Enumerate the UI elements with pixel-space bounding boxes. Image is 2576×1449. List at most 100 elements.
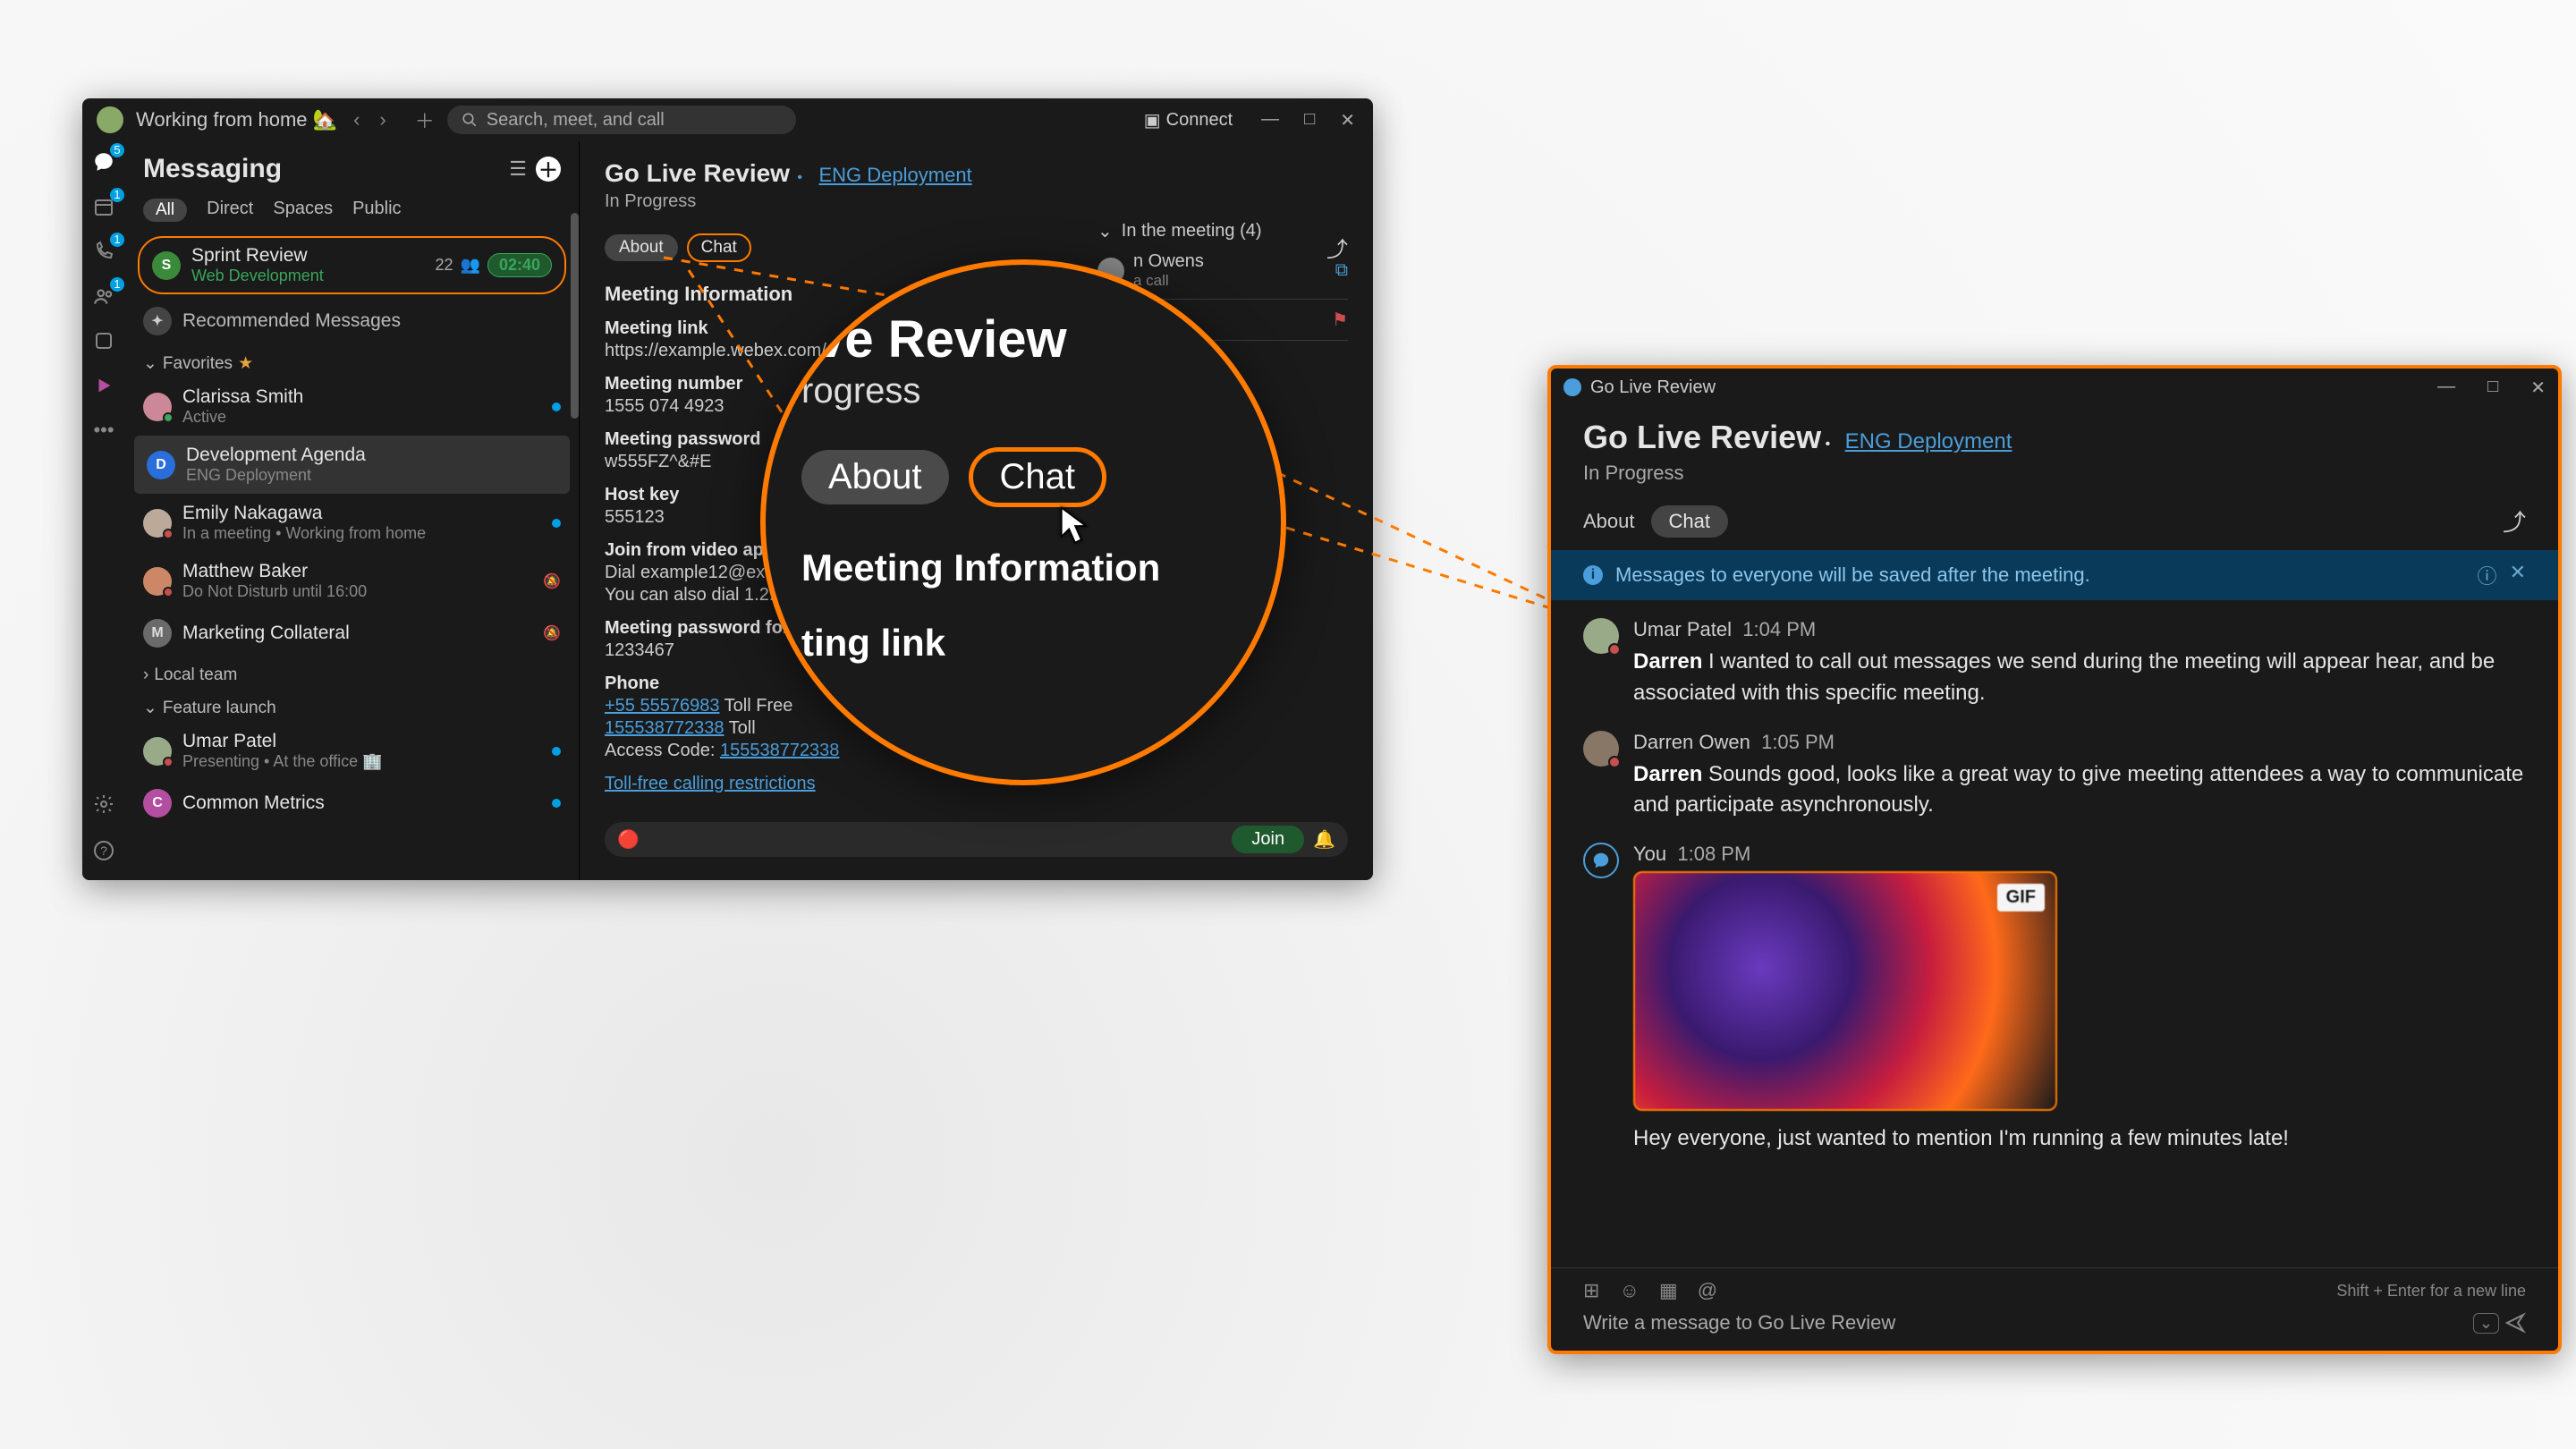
search-input[interactable]: Search, meet, and call [447,106,796,134]
rail-help[interactable]: ? [90,837,117,864]
phone-toll-free[interactable]: +55 55576983 [605,696,719,716]
tab-chat[interactable]: Chat [687,233,751,262]
minimize-icon[interactable]: — [2437,377,2455,399]
space-name: Emily Nakagawa [182,503,541,524]
space-item[interactable]: Clarissa SmithActive [125,377,579,436]
bell-icon[interactable]: 🔔 [1313,828,1335,851]
space-subtitle: ENG Deployment [186,466,557,485]
tab-chat[interactable]: Chat [1651,505,1728,538]
connect-button[interactable]: ▣ Connect [1144,109,1233,131]
user-status[interactable]: Working from home 🏡 [136,108,337,131]
send-icon[interactable] [2504,1312,2526,1334]
space-subtitle: Web Development [191,267,425,285]
space-sprint-review[interactable]: S Sprint Review Web Development 22 👥 02:… [138,236,566,294]
tollfree-restrictions-link[interactable]: Toll-free calling restrictions [605,774,816,793]
filter-spaces[interactable]: Spaces [273,199,333,222]
star-icon: ★ [238,353,253,374]
chevron-right-icon: › [143,665,148,685]
mention[interactable]: Darren [1633,649,1702,674]
join-button[interactable]: Join [1232,826,1304,853]
back-icon[interactable]: ‹ [353,108,360,131]
mention-icon[interactable]: @ [1698,1279,1717,1302]
chevron-down-icon: ⌄ [1097,220,1113,242]
maximize-icon[interactable]: □ [2487,377,2498,399]
mention[interactable]: Darren [1633,762,1702,786]
close-icon[interactable]: ✕ [2530,377,2546,399]
space-name: Development Agenda [186,445,557,466]
composer-expand-icon[interactable]: ⌄ [2473,1313,2499,1334]
recommended-messages[interactable]: ✦ Recommended Messages [125,298,579,344]
attach-icon[interactable]: ⊞ [1583,1279,1599,1302]
access-code[interactable]: 155538772338 [720,741,839,760]
close-icon[interactable]: ✕ [1340,109,1355,131]
lens-tab-chat[interactable]: Chat [969,447,1107,507]
sparkle-icon: ✦ [143,307,172,335]
filter-public[interactable]: Public [352,199,401,222]
rail-teams[interactable]: 1 [90,283,117,309]
space-item[interactable]: M Marketing Collateral 🔕 [125,610,579,657]
banner-help-icon[interactable]: ⓘ [2478,561,2497,589]
filter-direct[interactable]: Direct [207,199,253,222]
scrollbar-thumb[interactable] [571,213,579,419]
chat-team-link[interactable]: ENG Deployment [1845,429,2012,453]
nav-arrows: ‹ › [353,108,386,131]
rail-calls[interactable]: 1 [90,238,117,265]
filter-all[interactable]: All [143,199,187,222]
presence-dot [163,587,174,597]
lens-tab-about[interactable]: About [801,450,949,504]
space-item[interactable]: C Common Metrics [125,780,579,826]
message-list-panel: Messaging ☰ ＋ All Direct Spaces Public S… [125,141,580,880]
maximize-icon[interactable]: □ [1304,109,1315,131]
banner-close-icon[interactable]: ✕ [2510,561,2526,589]
space-item[interactable]: D Development AgendaENG Deployment [134,436,570,494]
tab-about[interactable]: About [1583,510,1635,533]
unread-dot [552,519,561,528]
phone-l2-tail: Toll [724,718,755,738]
section-feature-launch[interactable]: ⌄ Feature launch [125,689,579,722]
phone-toll[interactable]: 155538772338 [605,718,724,738]
access-code-label: Access Code: [605,741,720,760]
rail-apps[interactable] [90,372,117,399]
presence-dot [1608,643,1621,656]
meeting-timer[interactable]: 02:40 [487,253,552,277]
people-icon: 👥 [461,256,480,275]
search-placeholder: Search, meet, and call [487,110,665,131]
team-link[interactable]: ENG Deployment [818,164,971,186]
minimize-icon[interactable]: — [1261,109,1279,131]
profile-avatar[interactable] [97,106,123,133]
rail-contacts[interactable] [90,327,117,354]
message-avatar-you[interactable] [1583,843,1619,878]
plus-button[interactable]: ＋ [415,106,435,134]
composer-input[interactable]: Write a message to Go Live Review [1583,1311,2473,1335]
rail-messaging-badge: 5 [110,143,124,157]
space-item[interactable]: Matthew BakerDo Not Disturb until 16:00 … [125,552,579,610]
space-name: Marketing Collateral [182,623,532,644]
rail-more[interactable]: ••• [90,417,117,444]
gif-attachment[interactable]: GIF [1633,871,2057,1111]
tab-about[interactable]: About [605,234,678,261]
status-text: In Progress [605,191,1348,212]
rail-messaging[interactable]: 5 [90,148,117,175]
connect-icon: ▣ [1144,109,1161,131]
messaging-title: Messaging [143,154,496,184]
copy-icon[interactable]: ⧉ [1335,260,1348,281]
in-meeting-row[interactable]: ⌄In the meeting (4) [1097,220,1348,242]
gif-icon[interactable]: ▦ [1659,1279,1678,1302]
meeting-bar: 🔴 Join 🔔 [605,822,1348,857]
space-item[interactable]: Emily NakagawaIn a meeting • Working fro… [125,494,579,552]
message-avatar[interactable] [1583,618,1619,654]
forward-icon[interactable]: ⤴ [2503,504,2526,538]
rail-calendar[interactable]: 1 [90,193,117,220]
message-avatar[interactable] [1583,731,1619,767]
forward-icon[interactable]: › [379,108,386,131]
message-time: 1:08 PM [1677,843,1750,865]
section-local-team[interactable]: › Local team [125,657,579,689]
space-name: Matthew Baker [182,561,532,582]
rail-settings[interactable] [90,791,117,818]
section-favorites[interactable]: ⌄ Favorites ★ [125,344,579,377]
message-item: You 1:08 PM GIF Hey everyone, just wante… [1583,843,2526,1155]
compose-button[interactable]: ＋ [536,157,561,182]
emoji-icon[interactable]: ☺ [1619,1279,1639,1302]
space-item[interactable]: Umar PatelPresenting • At the office 🏢 [125,722,579,780]
filter-icon[interactable]: ☰ [509,157,527,181]
